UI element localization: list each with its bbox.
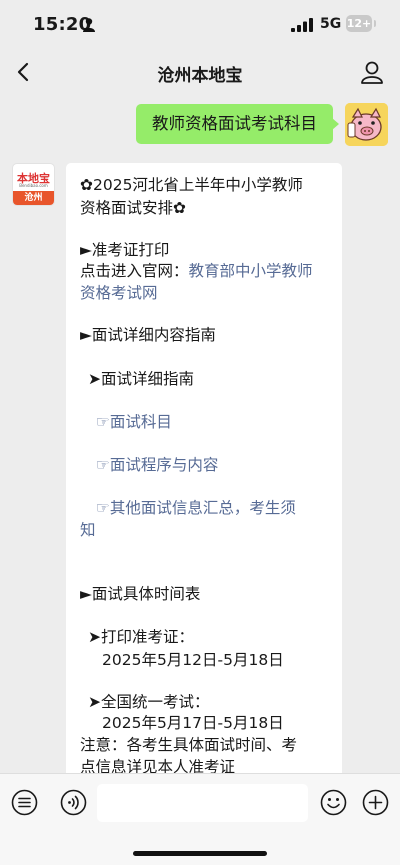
voice-icon[interactable]	[60, 789, 87, 816]
signal-icon	[291, 18, 313, 32]
network-label: 5G	[320, 16, 342, 32]
user-avatar[interactable]	[345, 103, 388, 146]
battery-indicator: 12+	[346, 15, 372, 32]
admission-ticket-heading: ►准考证打印	[80, 241, 170, 259]
avatar-city-label: 沧州	[13, 191, 54, 205]
menu-list-icon[interactable]	[11, 789, 38, 816]
interview-subjects-link[interactable]: ☞面试科目	[96, 411, 172, 433]
bot-avatar[interactable]: 本地宝 Bendibao.com 沧州	[12, 163, 55, 206]
official-site-link[interactable]: 教育部中小学教师	[189, 262, 313, 280]
avatar-logo-subtext: Bendibao.com	[19, 183, 48, 188]
nav-bar: 沧州本地宝	[0, 50, 400, 94]
print-ticket-label: ➤打印准考证：	[88, 628, 194, 646]
interview-guide-heading: ►面试详细内容指南	[80, 326, 216, 344]
user-message-bubble[interactable]: 教师资格面试考试科目	[136, 104, 339, 144]
home-indicator[interactable]	[133, 851, 267, 856]
cartoon-pig-avatar-icon	[345, 103, 388, 146]
message-title-line-2: 资格面试安排✿	[80, 199, 186, 217]
interview-procedure-link[interactable]: ☞面试程序与内容	[96, 454, 218, 476]
notice-line-1: 注意：各考生具体面试时间、考	[80, 736, 298, 754]
emoji-icon[interactable]	[320, 789, 347, 816]
official-site-line: 点击进入官网：教育部中小学教师	[80, 260, 313, 282]
profile-icon[interactable]	[358, 58, 386, 86]
battery-cap	[374, 20, 376, 27]
message-input[interactable]	[97, 784, 308, 822]
other-interview-info-link-continued[interactable]: 知	[80, 519, 96, 541]
other-interview-info-link[interactable]: ☞其他面试信息汇总，考生须	[96, 497, 296, 519]
plus-icon[interactable]	[362, 789, 389, 816]
page-title: 沧州本地宝	[157, 66, 243, 86]
official-site-prefix: 点击进入官网：	[80, 262, 189, 280]
status-bar: 15:20 5G 12+	[0, 0, 400, 50]
message-title-line-1: ✿2025河北省上半年中小学教师	[80, 176, 303, 194]
bot-message-bubble: ✿2025河北省上半年中小学教师 资格面试安排✿ ►准考证打印 点击进入官网：教…	[66, 163, 342, 783]
official-site-link-continued[interactable]: 资格考试网	[80, 282, 158, 304]
national-exam-label: ➤全国统一考试：	[88, 693, 210, 711]
person-icon	[83, 18, 95, 32]
print-ticket-dates: 2025年5月12日-5月18日	[102, 651, 284, 669]
schedule-heading: ►面试具体时间表	[80, 585, 201, 603]
national-exam-dates: 2025年5月17日-5月18日	[102, 714, 284, 732]
interview-detail-guide-heading: ➤面试详细指南	[88, 370, 194, 388]
